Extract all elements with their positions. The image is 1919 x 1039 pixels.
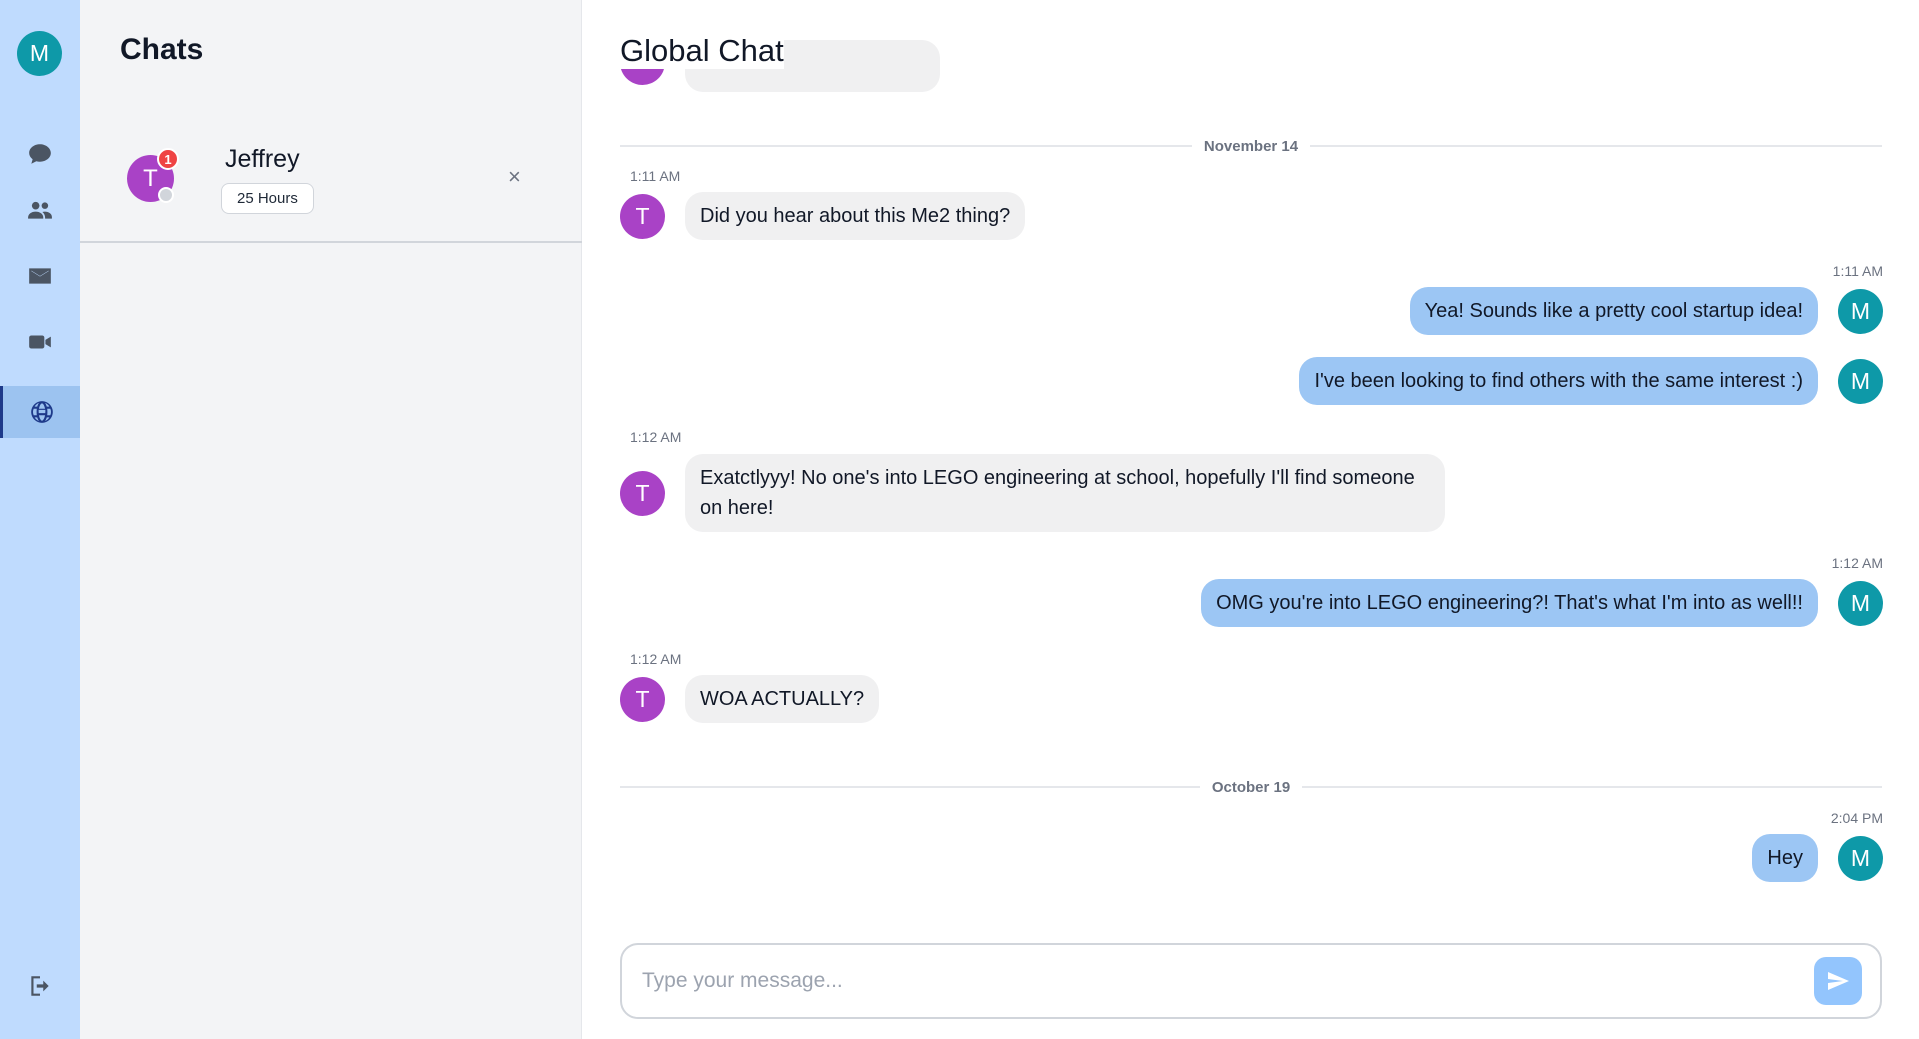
user-avatar[interactable]: M xyxy=(17,31,62,76)
chat-bubble-icon xyxy=(29,144,51,164)
message-outgoing: M Hey xyxy=(1752,834,1883,882)
close-chat-icon[interactable]: × xyxy=(508,164,521,190)
chat-list-item[interactable]: T 1 Jeffrey 25 Hours × xyxy=(80,120,582,243)
message-time: 1:12 AM xyxy=(630,429,682,445)
people-icon xyxy=(28,201,52,219)
date-separator: October 19 xyxy=(620,777,1882,797)
sender-avatar: M xyxy=(1838,580,1883,626)
sender-avatar: M xyxy=(1838,358,1883,404)
contact-name: Jeffrey xyxy=(225,145,300,173)
unread-badge: 1 xyxy=(157,148,179,170)
chat-main: Global Chat November 14 1:11 AM T Did yo… xyxy=(582,0,1919,1039)
send-button[interactable] xyxy=(1814,957,1862,1005)
sender-avatar: T xyxy=(620,676,665,722)
message-bubble: Yea! Sounds like a pretty cool startup i… xyxy=(1409,287,1818,335)
message-time: 1:11 AM xyxy=(1832,263,1883,279)
date-label: November 14 xyxy=(1203,137,1299,155)
sender-avatar: T xyxy=(620,193,665,239)
logout-icon xyxy=(31,976,49,996)
message-incoming: T Did you hear about this Me2 thing? xyxy=(620,192,1026,240)
nav-global[interactable] xyxy=(0,386,80,438)
send-icon xyxy=(1828,972,1849,990)
nav-chats[interactable] xyxy=(0,128,80,180)
video-camera-icon xyxy=(29,335,51,349)
message-bubble: Exatctlyyy! No one's into LEGO engineeri… xyxy=(685,454,1445,532)
message-incoming: T Exatctlyyy! No one's into LEGO enginee… xyxy=(620,454,1445,532)
logout-button[interactable] xyxy=(0,960,80,1012)
message-outgoing: M I've been looking to find others with … xyxy=(1299,357,1883,405)
nav-people[interactable] xyxy=(0,184,80,236)
message-outgoing: M Yea! Sounds like a pretty cool startup… xyxy=(1409,287,1883,335)
date-separator: November 14 xyxy=(620,136,1882,156)
chats-panel: Chats T 1 Jeffrey 25 Hours × xyxy=(80,0,582,1039)
app-root: M Chats T 1 Jeffrey 25 Hours × Global Ch… xyxy=(0,0,1919,1039)
nav-mail[interactable] xyxy=(0,250,80,302)
message-incoming: T WOA ACTUALLY? xyxy=(620,675,880,723)
message-outgoing: M OMG you're into LEGO engineering?! Tha… xyxy=(1201,579,1883,627)
chats-title: Chats xyxy=(120,33,204,66)
message-bubble: I've been looking to find others with th… xyxy=(1299,357,1818,405)
message-time: 1:11 AM xyxy=(630,168,681,184)
presence-indicator xyxy=(158,187,174,203)
message-time: 1:12 AM xyxy=(1831,555,1883,571)
message-time: 1:12 AM xyxy=(630,651,682,667)
message-time: 2:04 PM xyxy=(1830,810,1883,826)
chat-title: Global Chat xyxy=(620,33,784,69)
sender-avatar: M xyxy=(1838,835,1883,881)
nav-video[interactable] xyxy=(0,316,80,368)
date-label: October 19 xyxy=(1211,778,1291,796)
message-input[interactable] xyxy=(642,963,1792,999)
globe-icon xyxy=(30,401,53,423)
message-bubble: Hey xyxy=(1752,834,1818,882)
message-bubble: WOA ACTUALLY? xyxy=(685,675,880,723)
message-bubble: OMG you're into LEGO engineering?! That'… xyxy=(1201,579,1818,627)
mail-icon xyxy=(29,268,51,284)
duration-tag: 25 Hours xyxy=(221,183,314,214)
nav-rail: M xyxy=(0,0,80,1039)
message-composer xyxy=(620,943,1882,1019)
message-bubble: Did you hear about this Me2 thing? xyxy=(685,192,1026,240)
sender-avatar: T xyxy=(620,470,665,516)
sender-avatar: M xyxy=(1838,288,1883,334)
